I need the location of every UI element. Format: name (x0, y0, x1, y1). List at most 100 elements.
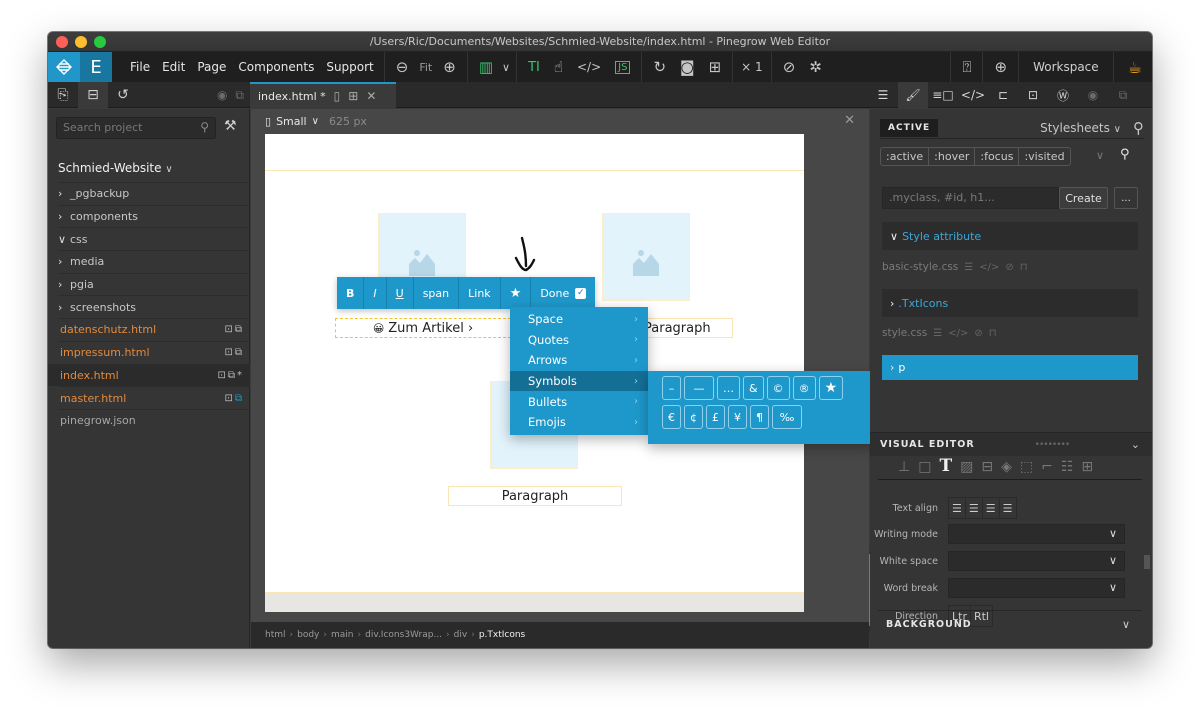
paragraph[interactable]: Paragraph (635, 318, 733, 338)
component-icon[interactable]: ⊡ (217, 370, 225, 381)
chevron-down-icon[interactable]: ∨ (500, 52, 512, 82)
eye-icon[interactable]: ◉ (217, 88, 227, 103)
wordpress-icon[interactable]: Ⓦ (1048, 82, 1078, 108)
symbol-ellipsis[interactable]: … (717, 376, 740, 400)
tree-folder[interactable]: › screenshots (58, 295, 250, 318)
add-page-icon[interactable]: ⊞ (348, 89, 358, 103)
import-icon[interactable]: ⎘ (48, 82, 78, 108)
background-icon[interactable]: ▨ (960, 459, 973, 475)
text-icon[interactable]: T (939, 458, 952, 475)
state-focus[interactable]: :focus (975, 148, 1020, 165)
symbol-per-mille[interactable]: ‰ (772, 405, 802, 429)
unlock-icon[interactable]: ⊓ (989, 328, 997, 339)
detach-panel-icon[interactable]: ⧉ (235, 88, 244, 103)
search-project-input[interactable]: Search project ⚲ (56, 117, 216, 139)
tab-active[interactable]: ACTIVE (880, 118, 939, 137)
hide-eye-icon[interactable]: ⊘ (776, 52, 803, 82)
box-icon[interactable]: □ (918, 459, 931, 475)
search-icon[interactable]: ⚲ (1133, 119, 1144, 137)
editor-mode-button[interactable]: E (80, 52, 112, 82)
list-style-icon[interactable]: ☷ (1061, 459, 1074, 475)
coffee-cup-icon[interactable]: ☕ (1118, 58, 1152, 77)
style-brush-icon[interactable]: 🖌 (898, 82, 928, 108)
unlock-icon[interactable]: ⊓ (1020, 262, 1028, 273)
device-selector[interactable]: ▯ Small ∨ 625 px (265, 115, 367, 128)
paragraph[interactable]: Paragraph (448, 486, 622, 506)
position-icon[interactable]: ⊥ (898, 459, 910, 475)
selector-input[interactable]: .myclass, #id, h1... (882, 187, 1059, 209)
effects-icon[interactable]: ◈ (1001, 459, 1012, 475)
stylesheets-dropdown[interactable]: Stylesheets ∨ (1040, 121, 1121, 135)
list-icon[interactable]: ☰ (964, 262, 973, 273)
list-icon[interactable]: ☰ (933, 328, 942, 339)
tree-folder[interactable]: › pgia (58, 272, 250, 296)
rule-txticons[interactable]: › .TxtIcons (882, 289, 1138, 317)
collapse-all-icon[interactable]: ⌄ (1131, 438, 1140, 451)
italic-button[interactable]: I (364, 277, 387, 309)
layout-icon[interactable]: ⊟ (981, 459, 993, 475)
breadcrumb-item[interactable]: main (331, 630, 354, 640)
hide-icon[interactable]: ⊘ (974, 328, 982, 339)
selected-paragraph[interactable]: 😀 Zum Artikel › (335, 318, 511, 338)
border-radius-icon[interactable]: ⌐ (1041, 459, 1053, 475)
close-tab-icon[interactable]: ✕ (366, 89, 376, 103)
pin-icon[interactable]: ⚲ (1120, 147, 1130, 162)
zoom-out-icon[interactable]: ⊖ (389, 52, 416, 82)
master-page-icon[interactable]: ⧉ (235, 393, 242, 404)
multiplier-label[interactable]: × 1 (737, 60, 767, 74)
search-icon[interactable]: ⚲ (200, 120, 209, 134)
stylesheet-name[interactable]: basic-style.css (882, 261, 958, 273)
project-title[interactable]: Schmied-Website ∨ (58, 161, 173, 175)
text-edit-icon[interactable]: TI (521, 52, 547, 82)
symbol-registered[interactable]: ® (792, 376, 816, 400)
zoom-search-icon[interactable]: ⊕ (987, 52, 1014, 82)
state-active[interactable]: :active (881, 148, 930, 165)
menu-item-bullets[interactable]: Bullets › (510, 391, 648, 412)
actions-icon[interactable]: ≡□ (928, 82, 958, 108)
layout-grid-icon[interactable]: ▥ (472, 52, 500, 82)
symbol-em-dash[interactable]: — (684, 376, 714, 400)
menu-item-symbols[interactable]: Symbols › (510, 370, 648, 392)
tree-file[interactable]: master.html ⊡ ⧉ (58, 386, 250, 409)
chevron-down-icon[interactable]: ∨ (1096, 149, 1104, 162)
transform-icon[interactable]: ⬚ (1020, 459, 1033, 475)
tree-file[interactable]: impressum.html ⊡ ⧉ (58, 340, 250, 364)
create-button[interactable]: Create (1059, 187, 1108, 209)
hide-icon[interactable]: ⊘ (1005, 262, 1013, 273)
background-section-header[interactable]: BACKGROUND ∨ (878, 618, 1142, 631)
visual-editor-header[interactable]: VISUAL EDITOR •••••••• ⌄ (870, 432, 1152, 456)
writing-mode-select[interactable]: ∨ (948, 524, 1125, 544)
code-icon[interactable]: </> (979, 262, 999, 273)
code-icon[interactable]: </> (948, 328, 968, 339)
properties-sliders-icon[interactable]: ☰ (868, 82, 898, 108)
tree-file[interactable]: datenschutz.html ⊡ ⧉ (58, 318, 250, 341)
settings-wheel-icon[interactable]: ✲ (802, 52, 829, 82)
more-options-button[interactable]: ... (1114, 187, 1138, 209)
breadcrumb-item[interactable]: div.Icons3Wrap... (365, 630, 442, 640)
menu-item-space[interactable]: Space › (510, 309, 648, 330)
workspace-button[interactable]: Workspace (1023, 60, 1109, 74)
zoom-in-icon[interactable]: ⊕ (436, 52, 463, 82)
detach-panel-icon[interactable]: ⧉ (1108, 82, 1138, 108)
tree-file-selected[interactable]: index.html ⊡ ⧉ * (48, 363, 250, 387)
open-copy-icon[interactable]: ⧉ (235, 347, 242, 358)
tree-folder[interactable]: › media (58, 250, 250, 273)
table-icon[interactable]: ⊞ (1081, 459, 1093, 475)
history-undo-icon[interactable]: ↺ (108, 82, 138, 108)
tree-folder[interactable]: ∨ css (58, 227, 250, 250)
breadcrumb-item[interactable]: div (454, 630, 468, 640)
tools-icon[interactable]: ⚒ (224, 118, 237, 134)
white-space-select[interactable]: ∨ (948, 551, 1125, 571)
menu-page[interactable]: Page (191, 60, 232, 74)
breadcrumb-item[interactable]: html (265, 630, 286, 640)
underline-button[interactable]: U (387, 277, 414, 309)
align-left-icon[interactable]: ☰ (949, 498, 966, 518)
symbol-euro[interactable]: € (662, 405, 681, 429)
menu-support[interactable]: Support (320, 60, 379, 74)
open-copy-icon[interactable]: ⧉ (228, 370, 235, 381)
checkbox-checked-icon[interactable]: ✓ (575, 287, 587, 299)
close-icon[interactable]: ✕ (844, 113, 855, 128)
word-break-select[interactable]: ∨ (948, 578, 1125, 598)
symbol-ampersand[interactable]: & (743, 376, 764, 400)
breadcrumb-item-current[interactable]: p.TxtIcons (479, 630, 525, 640)
